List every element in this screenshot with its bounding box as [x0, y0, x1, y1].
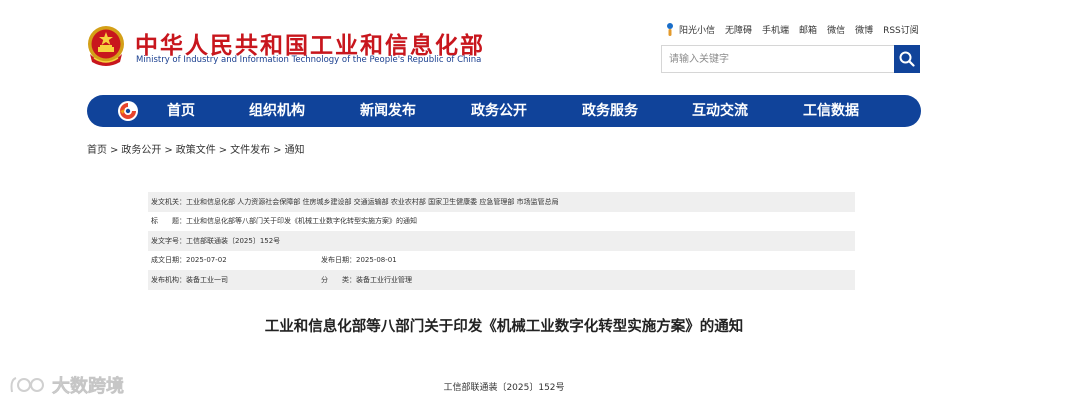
- meta-row-doc-number: 发文字号： 工信部联通装〔2025〕152号: [148, 231, 855, 251]
- document-title: 工业和信息化部等八部门关于印发《机械工业数字化转型实施方案》的通知: [264, 319, 744, 335]
- breadcrumb-notice[interactable]: 通知: [285, 145, 305, 156]
- sunshine-xiaoxin-icon: [667, 23, 673, 36]
- breadcrumb-separator: >: [110, 145, 119, 156]
- document-meta-table: 发文机关： 工业和信息化部 人力资源社会保障部 住房城乡建设部 交通运输部 农业农…: [148, 192, 855, 290]
- search-icon: [899, 51, 915, 67]
- breadcrumb-doc-release[interactable]: 文件发布: [230, 145, 270, 156]
- nav-item-interaction[interactable]: 互动交流: [692, 95, 748, 127]
- meta-value: 工信部联通装〔2025〕152号: [186, 236, 281, 245]
- breadcrumb: 首页 > 政务公开 > 政策文件 > 文件发布 > 通知: [87, 141, 305, 156]
- ministry-logo-icon[interactable]: [117, 100, 139, 122]
- meta-row-title: 标 题： 工业和信息化部等八部门关于印发《机械工业数字化转型实施方案》的通知: [148, 212, 855, 232]
- meta-published-cell: 发布日期：2025-08-01: [321, 255, 397, 265]
- top-link-sunshine[interactable]: 阳光小信: [679, 23, 715, 36]
- nav-item-gov-affairs-public[interactable]: 政务公开: [471, 95, 527, 127]
- meta-label: 成文日期：: [151, 256, 186, 265]
- meta-value: 2025-07-02: [186, 256, 227, 265]
- search-button[interactable]: [894, 45, 920, 73]
- breadcrumb-separator: >: [218, 145, 228, 156]
- top-link-wechat[interactable]: 微信: [827, 23, 845, 36]
- meta-value: 2025-08-01: [356, 256, 397, 265]
- meta-label: 标 题：: [151, 217, 186, 226]
- breadcrumb-separator: >: [273, 145, 282, 156]
- nav-item-home[interactable]: 首页: [167, 95, 195, 127]
- nav-item-gov-services[interactable]: 政务服务: [582, 95, 638, 127]
- meta-value: 装备工业一司: [186, 275, 228, 284]
- meta-category-cell: 分 类：装备工业行业管理: [321, 275, 412, 285]
- meta-row-issuer: 发文机关： 工业和信息化部 人力资源社会保障部 住房城乡建设部 交通运输部 农业农…: [148, 192, 855, 212]
- nav-item-data[interactable]: 工信数据: [803, 95, 859, 127]
- search-input[interactable]: [662, 46, 892, 72]
- breadcrumb-home[interactable]: 首页: [87, 145, 107, 156]
- watermark: 大数跨境: [8, 372, 124, 398]
- search-box: [661, 45, 920, 73]
- nav-item-organization[interactable]: 组织机构: [249, 95, 305, 127]
- top-links: 阳光小信 无障碍 手机端 邮箱 微信 微博 RSS订阅: [664, 21, 929, 37]
- top-link-weibo[interactable]: 微博: [855, 23, 873, 36]
- meta-created-cell: 成文日期：2025-07-02: [151, 255, 321, 265]
- breadcrumb-separator: >: [164, 145, 173, 156]
- national-emblem-icon[interactable]: [86, 24, 126, 68]
- top-link-mobile[interactable]: 手机端: [762, 23, 789, 36]
- watermark-logo-icon: [10, 377, 44, 393]
- meta-row-org-category: 发布机构：装备工业一司分 类：装备工业行业管理: [148, 270, 855, 290]
- top-link-mailbox[interactable]: 邮箱: [799, 23, 817, 36]
- meta-label: 分 类：: [321, 275, 356, 284]
- watermark-text: 大数跨境: [52, 376, 125, 398]
- site-header: 中华人民共和国工业和信息化部 Ministry of Industry and …: [0, 0, 1080, 90]
- breadcrumb-gov-affairs[interactable]: 政务公开: [121, 145, 161, 156]
- top-link-rss[interactable]: RSS订阅: [883, 23, 919, 36]
- main-nav: 首页 组织机构 新闻发布 政务公开 政务服务 互动交流 工信数据: [87, 95, 921, 127]
- top-link-accessibility[interactable]: 无障碍: [725, 23, 752, 36]
- meta-value: 工业和信息化部 人力资源社会保障部 住房城乡建设部 交通运输部 农业农村部 国家…: [186, 197, 559, 206]
- breadcrumb-policy-docs[interactable]: 政策文件: [176, 145, 216, 156]
- meta-value: 工业和信息化部等八部门关于印发《机械工业数字化转型实施方案》的通知: [186, 217, 417, 226]
- meta-label: 发文机关：: [151, 197, 186, 206]
- meta-label: 发布机构：: [151, 275, 186, 284]
- document-number: 工信部联通装〔2025〕152号: [443, 383, 565, 393]
- meta-org-cell: 发布机构：装备工业一司: [151, 275, 321, 285]
- site-subtitle: Ministry of Industry and Information Tec…: [136, 55, 482, 65]
- meta-label: 发布日期：: [321, 256, 356, 265]
- meta-value: 装备工业行业管理: [356, 275, 412, 284]
- meta-label: 发文字号：: [151, 236, 186, 245]
- nav-item-news[interactable]: 新闻发布: [360, 95, 416, 127]
- meta-row-dates: 成文日期：2025-07-02 发布日期：2025-08-01: [148, 251, 855, 271]
